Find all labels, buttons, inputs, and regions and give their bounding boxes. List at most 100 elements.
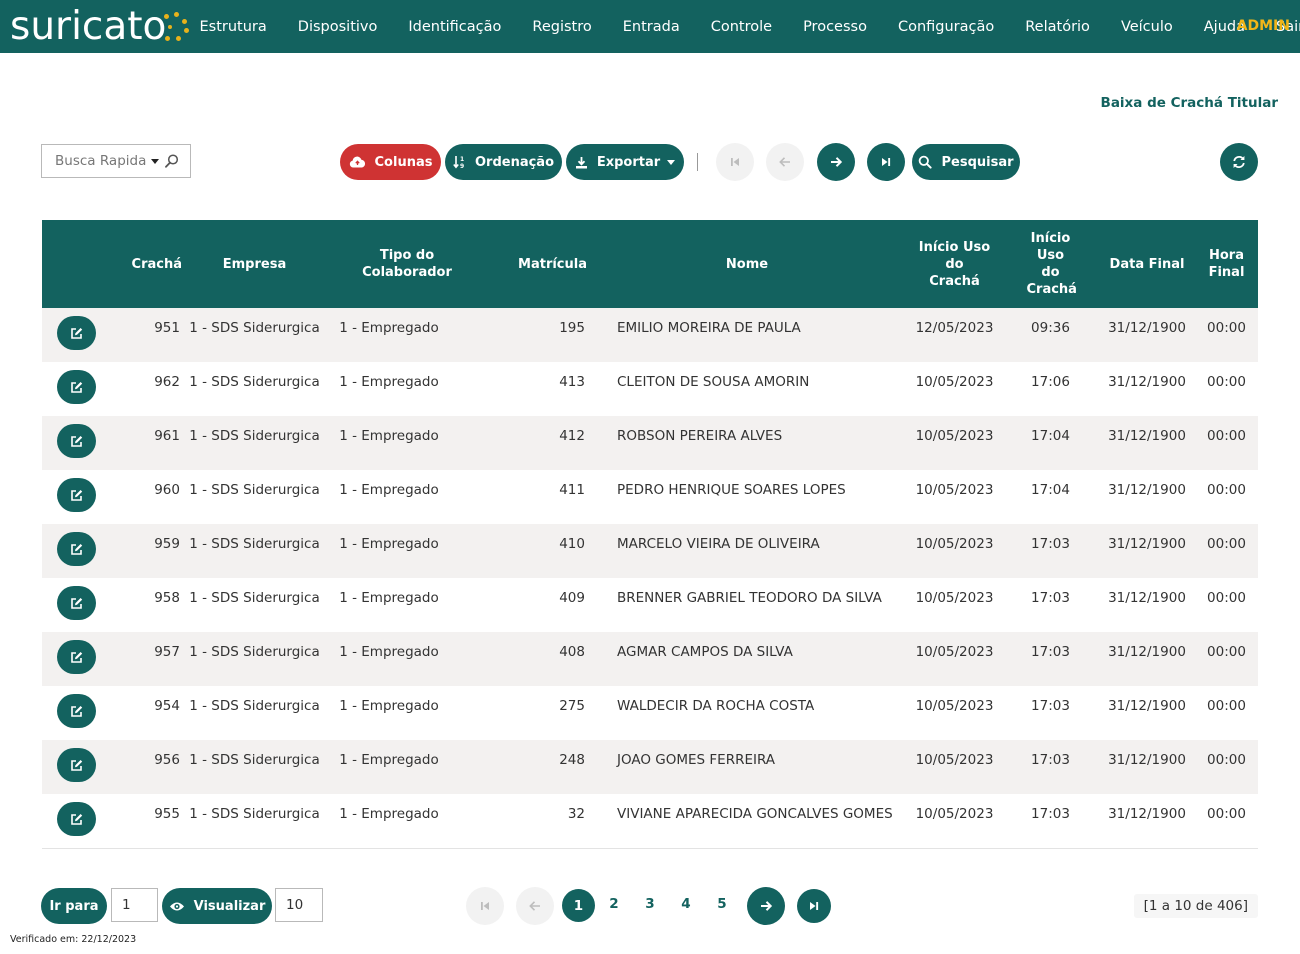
cell-actions [42,686,112,740]
edit-button[interactable] [57,316,96,350]
edit-icon [70,705,83,718]
edit-button[interactable] [57,586,96,620]
last-page-icon [808,900,820,912]
suricato-logo[interactable]: suricato [10,2,190,50]
refresh-button[interactable] [1220,143,1258,181]
export-label: Exportar [596,154,661,170]
cell-cracha: 957 [154,644,180,660]
edit-button[interactable] [57,640,96,674]
page-5[interactable]: 5 [712,896,732,912]
menu-processo[interactable]: Processo [788,19,883,35]
edit-button[interactable] [57,694,96,728]
header-empresa[interactable]: Empresa [182,220,327,308]
table-row: 961 1 - SDS Siderurgica 1 - Empregado 412 RO… [42,416,1258,470]
cell-inicio-uso-hora: 17:03 [1031,644,1070,660]
edit-button[interactable] [57,478,96,512]
bottom-next-page-button[interactable] [747,887,785,925]
cell-data-final: 31/12/1900 [1108,590,1186,606]
cell-nome: VIVIANE APARECIDA GONCALVES GOMES [617,806,893,822]
prev-page-button[interactable] [766,143,804,181]
cell-matricula: 409 [559,590,585,606]
edit-button[interactable] [57,748,96,782]
cell-cracha: 960 [154,482,180,498]
page-title: Baixa de Crachá Titular [1100,95,1278,111]
header-cracha[interactable]: Crachá [112,220,182,308]
header-data-final[interactable]: Data Final [1099,220,1195,308]
cell-nome: CLEITON DE SOUSA AMORIN [617,374,810,390]
search-icon[interactable] [165,154,179,168]
table-header-row: Crachá Empresa Tipo do Colaborador Matrí… [42,220,1258,308]
bottom-last-page-button[interactable] [797,889,831,923]
page-3[interactable]: 3 [640,896,660,912]
search-dropdown-caret-icon[interactable] [151,158,159,164]
table-row: 959 1 - SDS Siderurgica 1 - Empregado 410 MA… [42,524,1258,578]
menu-estrutura[interactable]: Estrutura [184,19,282,35]
page-4[interactable]: 4 [676,896,696,912]
cell-hora-final: 00:00 [1207,644,1246,660]
cell-empresa: 1 - SDS Siderurgica [189,698,320,714]
table-row: 954 1 - SDS Siderurgica 1 - Empregado 275 WA… [42,686,1258,740]
cell-tipo-colaborador: 1 - Empregado [339,536,439,552]
menu-veiculo[interactable]: Veículo [1105,19,1188,35]
menu-registro[interactable]: Registro [517,19,607,35]
cell-nome: AGMAR CAMPOS DA SILVA [617,644,793,660]
cloud-icon [349,156,366,168]
cell-hora-final: 00:00 [1207,320,1246,336]
cell-inicio-uso-hora: 09:36 [1031,320,1070,336]
edit-button[interactable] [57,802,96,836]
cell-hora-final: 00:00 [1207,428,1246,444]
menu-configuracao[interactable]: Configuração [882,19,1009,35]
goto-button[interactable]: Ir para [41,888,107,924]
cell-data-final: 31/12/1900 [1108,536,1186,552]
next-page-button[interactable] [817,143,855,181]
menu-entrada[interactable]: Entrada [607,19,695,35]
table-row: 962 1 - SDS Siderurgica 1 - Empregado 413 CL… [42,362,1258,416]
header-hora-final[interactable]: Hora Final [1195,220,1258,308]
next-page-icon [759,900,773,912]
page-2[interactable]: 2 [604,896,624,912]
first-page-button[interactable] [716,143,754,181]
edit-button[interactable] [57,424,96,458]
cell-inicio-uso-hora: 17:03 [1031,806,1070,822]
menu-relatorio[interactable]: Relatório [1010,19,1106,35]
cell-cracha: 954 [154,698,180,714]
user-admin-label[interactable]: ADMIN [1237,18,1290,34]
header-nome[interactable]: Nome [587,220,907,308]
toolbar-divider [697,153,698,171]
edit-icon [70,435,83,448]
search-button[interactable]: Pesquisar [912,144,1020,180]
cell-actions [42,524,112,578]
table-row: 958 1 - SDS Siderurgica 1 - Empregado 409 BR… [42,578,1258,632]
page-current[interactable]: 1 [562,889,595,922]
bottom-first-page-button[interactable] [466,887,504,925]
edit-icon [70,597,83,610]
edit-button[interactable] [57,532,96,566]
cell-tipo-colaborador: 1 - Empregado [339,698,439,714]
edit-button[interactable] [57,370,96,404]
cell-hora-final: 00:00 [1207,536,1246,552]
header-inicio-uso-hora[interactable]: Início Uso do Crachá [1002,220,1099,308]
menu-dispositivo[interactable]: Dispositivo [282,19,393,35]
search-icon [918,155,933,169]
cell-empresa: 1 - SDS Siderurgica [189,320,320,336]
cell-inicio-uso-data: 10/05/2023 [915,428,994,444]
cell-actions [42,470,112,524]
columns-button[interactable]: Colunas [340,144,441,180]
page-size-input[interactable] [275,888,323,922]
cell-hora-final: 00:00 [1207,590,1246,606]
header-inicio-uso-data[interactable]: Início Uso do Crachá [907,220,1002,308]
view-button[interactable]: Visualizar [162,888,272,924]
cell-matricula: 411 [559,482,585,498]
badge-table: Crachá Empresa Tipo do Colaborador Matrí… [42,220,1258,849]
quick-search-input[interactable] [53,152,149,170]
cell-cracha: 962 [154,374,180,390]
header-matricula[interactable]: Matrícula [487,220,587,308]
sort-button[interactable]: 19 Ordenação [445,144,562,180]
header-tipo-colaborador[interactable]: Tipo do Colaborador [327,220,487,308]
goto-page-input[interactable] [111,888,158,922]
menu-identificacao[interactable]: Identificação [393,19,517,35]
export-button[interactable]: Exportar [566,144,684,180]
menu-controle[interactable]: Controle [695,19,787,35]
last-page-button[interactable] [867,143,905,181]
bottom-prev-page-button[interactable] [516,887,554,925]
